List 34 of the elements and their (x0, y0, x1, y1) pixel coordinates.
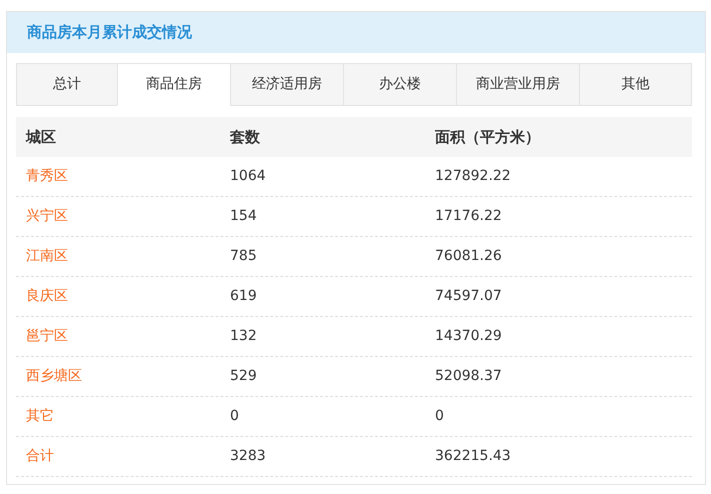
tab[interactable]: 商品住房 (117, 63, 231, 106)
table-cell: 74597.07 (435, 288, 502, 304)
column-header: 套数 (230, 128, 260, 146)
table-cell: 529 (230, 368, 257, 384)
table-cell: 17176.22 (435, 208, 502, 224)
district-name: 西乡塘区 (26, 368, 82, 384)
table-cell: 0 (230, 408, 239, 424)
district-name: 青秀区 (26, 168, 68, 184)
district-name: 合计 (26, 448, 54, 464)
table-cell: 14370.29 (435, 328, 502, 344)
table-cell: 0 (435, 408, 444, 424)
table-cell: 362215.43 (435, 448, 511, 464)
table-cell: 1064 (230, 168, 266, 184)
table-cell: 3283 (230, 448, 266, 464)
table-cell: 52098.37 (435, 368, 502, 384)
tab[interactable]: 商业营业用房 (456, 63, 580, 106)
district-name: 江南区 (26, 248, 68, 264)
district-name: 兴宁区 (26, 208, 68, 224)
district-name: 邕宁区 (26, 328, 68, 344)
table-cell: 76081.26 (435, 248, 502, 264)
district-name: 良庆区 (26, 288, 68, 304)
table-cell: 132 (230, 328, 257, 344)
tab[interactable]: 其他 (579, 63, 692, 106)
table-cell: 785 (230, 248, 257, 264)
tab[interactable]: 总计 (16, 63, 118, 106)
column-header: 面积（平方米） (435, 128, 540, 146)
column-header: 城区 (26, 128, 56, 146)
table-cell: 619 (230, 288, 257, 304)
tab[interactable]: 经济适用房 (230, 63, 344, 106)
table-cell: 154 (230, 208, 257, 224)
table-cell: 127892.22 (435, 168, 511, 184)
tab[interactable]: 办公楼 (343, 63, 457, 106)
district-name: 其它 (26, 408, 54, 424)
panel-title: 商品房本月累计成交情况 (27, 22, 192, 44)
